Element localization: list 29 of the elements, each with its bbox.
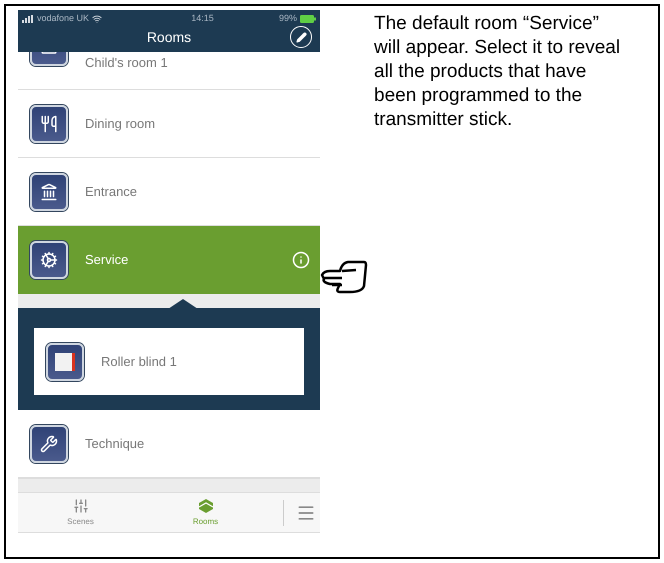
signal-icon xyxy=(22,15,34,23)
wrench-icon xyxy=(30,424,68,462)
room-row[interactable]: Service xyxy=(18,226,320,294)
pointing-hand-icon xyxy=(320,258,370,296)
edit-button[interactable] xyxy=(290,26,312,48)
room-name: Entrance xyxy=(85,182,138,201)
screen-title: Rooms xyxy=(146,28,192,46)
info-icon[interactable] xyxy=(292,251,310,269)
roller-blind-icon xyxy=(46,342,84,380)
instruction-text: The default room “Service” will appear. Select it to reveal all the products that have been programmed to the transmitter stick. xyxy=(374,12,622,132)
room-name: Service xyxy=(85,251,130,270)
battery-percent: 99% xyxy=(278,12,297,26)
wifi-icon xyxy=(92,14,102,24)
room-name: Child's room 1 xyxy=(85,54,169,72)
tab-button[interactable]: Rooms xyxy=(143,498,268,528)
carrier-name: vodafone UK xyxy=(37,12,90,26)
device-card[interactable]: Roller blind 1 xyxy=(34,328,304,395)
house-roof-icon xyxy=(198,498,214,514)
clock-time: 14:15 xyxy=(191,12,214,26)
room-row[interactable]: Child's room 1 xyxy=(18,52,320,90)
room-name: Technique xyxy=(85,434,146,453)
plate-cutlery-icon xyxy=(30,104,68,142)
room-name: Dining room xyxy=(85,114,156,133)
pencil-icon xyxy=(296,32,306,42)
device-name: Roller blind 1 xyxy=(101,352,177,371)
sliders-icon xyxy=(72,498,88,514)
battery-icon xyxy=(300,15,316,23)
building-icon xyxy=(30,172,68,210)
tab-button[interactable]: Scenes xyxy=(18,498,143,528)
